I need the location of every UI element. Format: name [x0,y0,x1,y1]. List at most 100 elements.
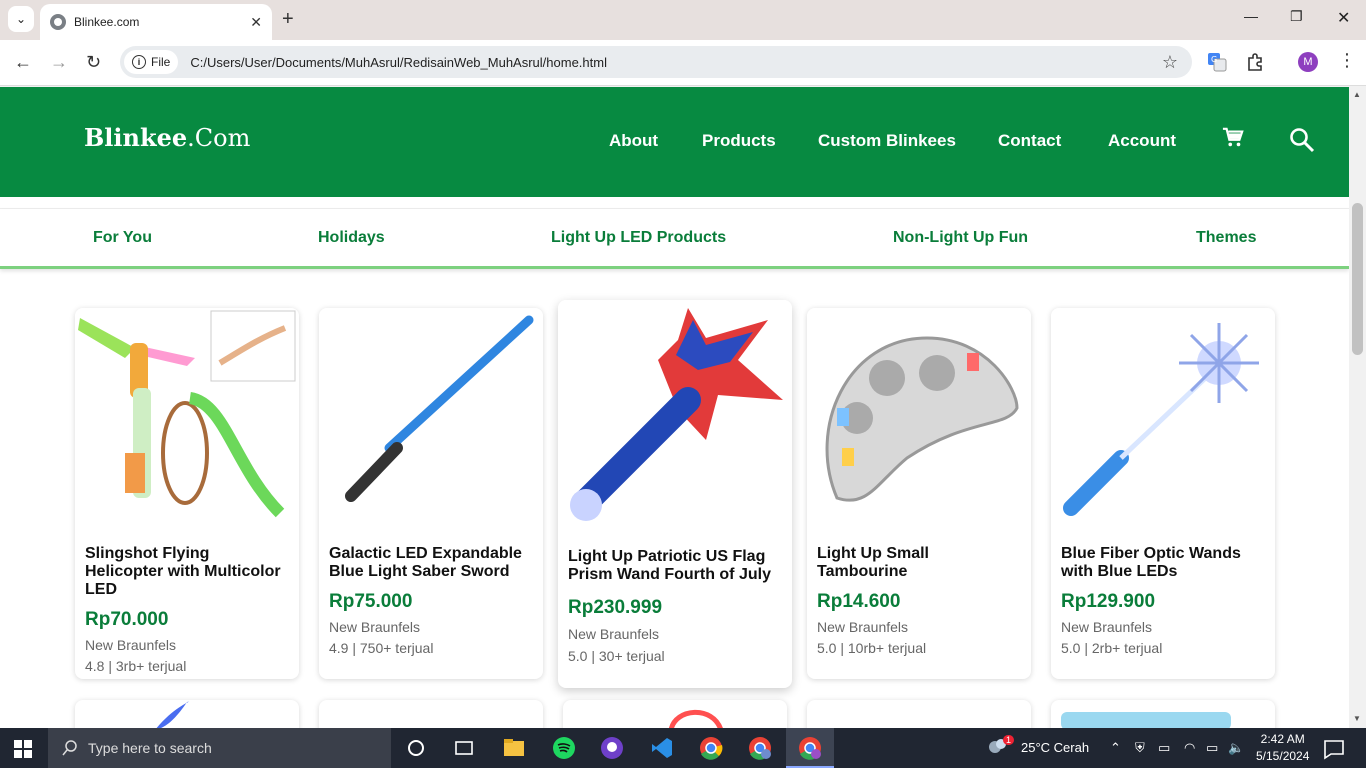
page-viewport: Blinkee.Com About Products Custom Blinke… [0,87,1349,728]
bookmark-star-icon[interactable]: ☆ [1162,52,1178,73]
close-window-button[interactable]: ✕ [1337,8,1350,28]
product-location: New Braunfels [1061,619,1153,635]
windows-start-icon[interactable] [14,740,32,758]
product-image [75,308,299,533]
product-card[interactable] [563,700,787,728]
wifi-icon[interactable]: ◠ [1184,740,1195,756]
product-name[interactable]: Light Up Small Tambourine [817,545,1021,581]
product-price: Rp70.000 [85,609,169,630]
site-info-chip[interactable]: i File [124,50,179,74]
product-price: Rp75.000 [329,591,413,612]
product-card[interactable]: Galactic LED Expandable Blue Light Saber… [319,308,543,679]
product-rating-sold: 5.0 | 10rb+ terjual [817,640,927,656]
logo-main: Blinkee [84,123,188,152]
nav-about[interactable]: About [609,131,658,151]
product-card[interactable] [319,700,543,728]
windows-taskbar: Type here to search 1 25°C Cerah ⌃ ⛨ ▭ ◠… [0,728,1366,768]
reload-button[interactable]: ↻ [86,52,101,72]
scroll-thumb[interactable] [1352,203,1363,355]
nav-account[interactable]: Account [1108,131,1176,151]
search-icon[interactable] [1289,127,1315,153]
taskbar-clock[interactable]: 2:42 AM 5/15/2024 [1256,731,1309,765]
browser-tab-strip: ⌄ Blinkee.com ✕ + — ❐ ✕ [0,0,1366,40]
tray-chevron-icon[interactable]: ⌃ [1110,740,1121,756]
file-explorer-icon[interactable] [502,736,526,760]
nav-products[interactable]: Products [702,131,776,151]
taskbar-search[interactable]: Type here to search [48,728,391,768]
battery-icon[interactable]: ▭ [1206,740,1218,756]
category-for-you[interactable]: For You [93,229,152,247]
translate-icon[interactable]: G [1207,52,1227,72]
product-card[interactable] [807,700,1031,728]
product-card[interactable]: Light Up Small Tambourine Rp14.600 New B… [807,308,1031,679]
restore-button[interactable]: ❐ [1290,8,1303,25]
minimize-button[interactable]: — [1244,8,1258,24]
svg-text:G: G [1211,55,1217,64]
product-image [558,300,792,525]
clock-date: 5/15/2024 [1256,749,1310,763]
profile-avatar[interactable]: M [1298,52,1318,72]
forward-button[interactable]: → [50,52,68,72]
product-price: Rp230.999 [568,597,663,618]
chrome-profile-icon[interactable] [748,736,772,760]
file-label: File [151,55,171,69]
product-image [319,308,543,533]
product-card[interactable] [75,700,299,728]
nav-contact[interactable]: Contact [998,131,1061,151]
site-header: Blinkee.Com About Products Custom Blinke… [0,87,1349,197]
product-image [156,701,189,728]
address-bar[interactable]: i File C:/Users/User/Documents/MuhAsrul/… [120,46,1192,78]
page-scrollbar[interactable]: ▲ ▼ [1349,87,1366,728]
cortana-icon[interactable] [404,736,428,760]
meet-icon[interactable]: ▭ [1158,740,1170,756]
category-holidays[interactable]: Holidays [318,229,385,247]
subnav-spacer [0,197,1349,209]
github-desktop-icon[interactable] [600,736,624,760]
product-card[interactable]: Blue Fiber Optic Wands with Blue LEDs Rp… [1051,308,1275,679]
product-name[interactable]: Light Up Patriotic US Flag Prism Wand Fo… [568,548,782,584]
security-icon[interactable]: ⛨ [1135,740,1145,756]
notification-icon[interactable] [1322,737,1346,761]
category-light-up-led[interactable]: Light Up LED Products [551,229,726,247]
product-rating-sold: 5.0 | 30+ terjual [568,648,665,664]
info-icon: i [132,55,146,69]
vscode-icon[interactable] [650,736,674,760]
product-price: Rp129.900 [1061,591,1156,612]
category-themes[interactable]: Themes [1196,229,1256,247]
scroll-down-icon[interactable]: ▼ [1353,714,1361,723]
browser-toolbar: ← → ↻ i File C:/Users/User/Documents/Muh… [0,40,1366,86]
spotify-icon[interactable] [552,736,576,760]
taskbar-search-placeholder: Type here to search [88,740,212,756]
back-button[interactable]: ← [14,52,32,72]
nav-custom-blinkees[interactable]: Custom Blinkees [818,131,956,151]
cart-icon[interactable] [1222,127,1244,149]
product-rating-sold: 4.9 | 750+ terjual [329,640,434,656]
search-icon [62,740,77,756]
weather-text[interactable]: 25°C Cerah [1021,740,1089,755]
browser-menu-icon[interactable]: ⋮ [1338,50,1356,71]
category-nav: For You Holidays Light Up LED Products N… [0,209,1349,269]
product-card[interactable] [1051,700,1275,728]
category-non-light-up[interactable]: Non-Light Up Fun [893,229,1028,247]
product-rating-sold: 4.8 | 3rb+ terjual [85,658,187,674]
product-name[interactable]: Slingshot Flying Helicopter with Multico… [85,545,289,599]
product-card[interactable]: Light Up Patriotic US Flag Prism Wand Fo… [558,300,792,688]
task-view-icon[interactable] [452,736,476,760]
product-location: New Braunfels [568,626,660,642]
chrome-active-icon[interactable] [798,736,822,760]
volume-icon[interactable]: 🔈 [1228,740,1244,756]
new-tab-button[interactable]: + [282,8,294,30]
product-name[interactable]: Blue Fiber Optic Wands with Blue LEDs [1061,545,1265,581]
url-text[interactable]: C:/Users/User/Documents/MuhAsrul/Redisai… [190,55,1162,70]
product-price: Rp14.600 [817,591,901,612]
close-tab-icon[interactable]: ✕ [250,14,262,31]
product-card[interactable]: Slingshot Flying Helicopter with Multico… [75,308,299,679]
product-name[interactable]: Galactic LED Expandable Blue Light Saber… [329,545,533,581]
site-logo[interactable]: Blinkee.Com [84,123,250,152]
product-location: New Braunfels [329,619,421,635]
extensions-icon[interactable] [1245,52,1265,72]
tab-search-button[interactable]: ⌄ [8,6,34,32]
browser-tab[interactable]: Blinkee.com ✕ [40,4,272,40]
chrome-icon[interactable] [699,736,723,760]
scroll-up-icon[interactable]: ▲ [1353,90,1361,99]
